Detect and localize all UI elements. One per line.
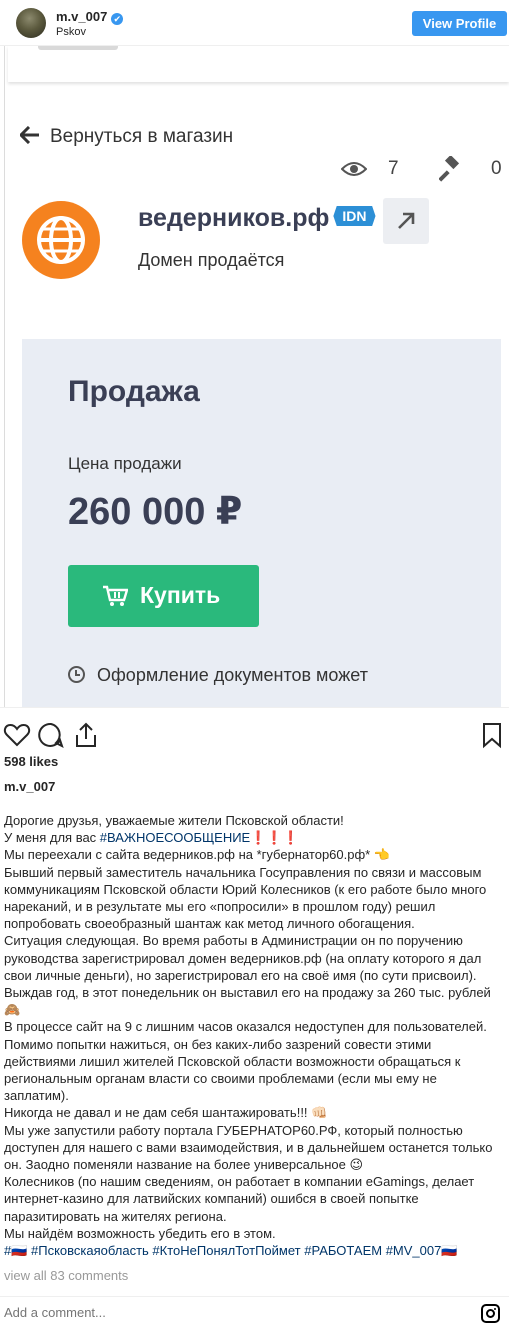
caption-author[interactable]: m.v_007 [4, 779, 55, 794]
hashtag-link[interactable]: #ВАЖНОЕСООБЩЕНИЕ [100, 830, 250, 845]
domain-title: ведерников.рф IDN [138, 204, 376, 233]
post-image: Вернуться в магазин 7 0 ведерников.рф IDN… [0, 46, 509, 708]
sale-card: Продажа Цена продажи 260 000 ₽ Купить Оф… [22, 339, 501, 707]
hashtags-line[interactable]: #🇷🇺 #Псковскаяобласть #КтоНеПонялТотПойм… [4, 1242, 504, 1259]
verified-badge-icon: ✔ [111, 13, 124, 25]
heart-icon[interactable] [3, 721, 31, 749]
caption-text: Дорогие друзья, уважаемые жители Псковск… [4, 812, 504, 1259]
post-header: m.v_007 ✔ Pskov View Profile [0, 0, 509, 46]
docs-note: Оформление документов может [68, 665, 368, 686]
domain-status: Домен продаётся [138, 250, 285, 270]
globe-logo-icon [22, 201, 100, 279]
username-link[interactable]: m.v_007 ✔ [56, 9, 124, 25]
image-border [4, 46, 5, 707]
cropped-text-fragment [38, 46, 118, 50]
avatar[interactable] [16, 8, 46, 38]
cart-icon [103, 585, 128, 606]
cropped-top-bar [8, 46, 509, 82]
eye-icon [341, 162, 367, 176]
price-value: 260 000 ₽ [68, 491, 243, 533]
gavel-icon [439, 156, 460, 182]
view-comments-link[interactable]: view all 83 comments [4, 1268, 128, 1283]
instagram-icon[interactable] [481, 1304, 500, 1323]
location-link[interactable]: Pskov [56, 26, 86, 38]
share-icon[interactable] [72, 721, 100, 749]
external-link-button [383, 198, 429, 244]
likes-count[interactable]: 598 likes [4, 754, 58, 769]
comment-input[interactable] [4, 1305, 424, 1320]
idn-badge: IDN [333, 206, 376, 226]
buy-button: Купить [68, 565, 259, 627]
add-comment-bar [0, 1296, 509, 1326]
arrow-left-icon [18, 124, 42, 150]
action-bar [0, 716, 509, 752]
view-profile-button[interactable]: View Profile [412, 11, 507, 36]
back-to-shop-link: Вернуться в магазин [18, 124, 233, 150]
arrow-up-right-icon [398, 212, 415, 229]
sale-title: Продажа [68, 375, 200, 408]
comment-icon[interactable] [37, 721, 65, 749]
clock-icon [68, 666, 85, 683]
bookmark-icon[interactable] [478, 721, 506, 749]
price-label: Цена продажи [68, 454, 182, 473]
